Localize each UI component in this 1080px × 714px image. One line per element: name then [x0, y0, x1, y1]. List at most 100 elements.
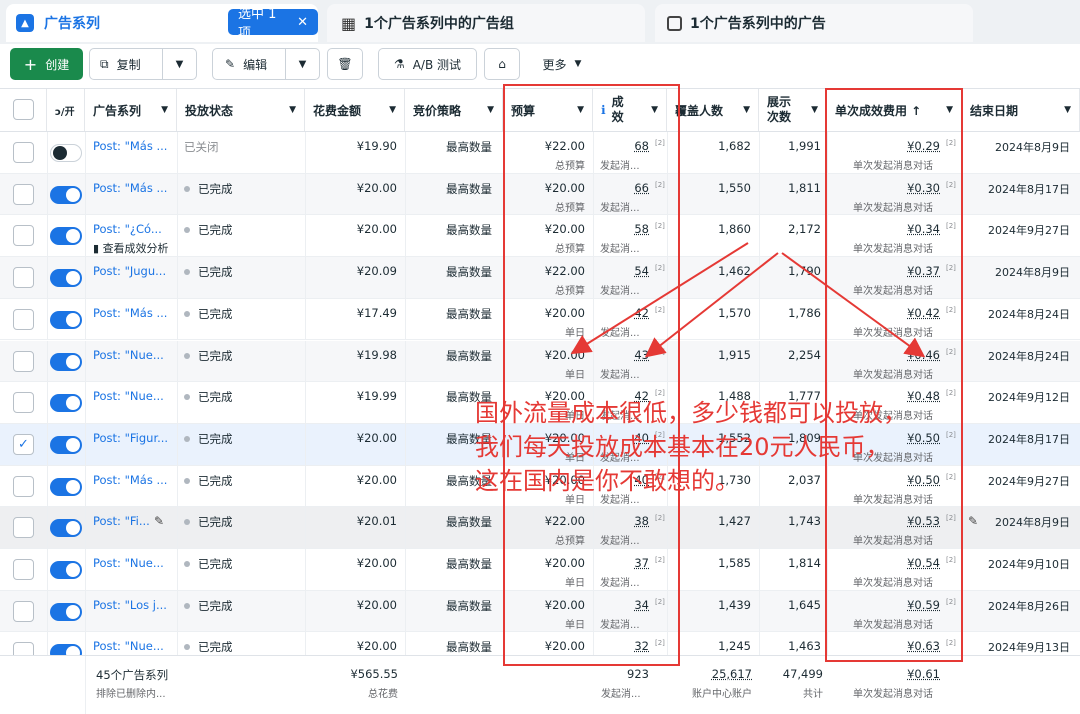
- row-toggle[interactable]: [50, 352, 82, 371]
- impressions-value: 2,254: [788, 347, 821, 362]
- campaign-name-link[interactable]: Post: "Más ...: [93, 306, 173, 320]
- copy-button[interactable]: ⧉ 复制 ▼: [89, 48, 197, 80]
- status-dot-icon: [184, 227, 190, 234]
- row-checkbox[interactable]: [13, 308, 34, 330]
- header-spend[interactable]: 花费金额 ▼: [305, 89, 405, 131]
- summary-count: 45个广告系列: [96, 668, 169, 682]
- status-dot-icon: [184, 519, 190, 526]
- campaign-name-link[interactable]: Post: "Nue...: [93, 639, 173, 653]
- campaign-name-link[interactable]: Post: "Nue...: [93, 556, 173, 570]
- delivery-status: 已完成: [184, 556, 233, 572]
- row-toggle[interactable]: [50, 394, 82, 413]
- row-checkbox[interactable]: [13, 392, 34, 414]
- annotation-line-2: 我们每天投放成本基本在20元人民币，: [475, 433, 890, 461]
- summary-count-sub: 排除已删除内...: [96, 689, 166, 700]
- row-checkbox[interactable]: [13, 142, 34, 163]
- tab-ads[interactable]: 1个广告系列中的广告: [655, 4, 973, 42]
- delivery-status: 已完成: [184, 306, 233, 322]
- campaign-name-link[interactable]: Post: "Figur...: [93, 431, 173, 445]
- bid-strategy: 最高数量: [446, 306, 492, 321]
- flask-icon: ⚗: [393, 57, 405, 71]
- row-toggle[interactable]: [50, 227, 82, 246]
- tab-campaigns[interactable]: ▲ 广告系列 选中 1 项 ✕: [6, 4, 318, 42]
- delivery-status-label: 已完成: [198, 431, 233, 446]
- campaign-name-link[interactable]: Post: "Nue...: [93, 348, 173, 362]
- delete-button[interactable]: 🗑: [327, 48, 363, 80]
- campaign-name-link[interactable]: Post: "¿Có...: [93, 222, 173, 236]
- annotation-text: 国外流量成本很低，多少钱都可以投放， 我们每天投放成本基本在20元人民币， 这在…: [475, 396, 1035, 498]
- copy-icon: ⧉: [100, 56, 109, 71]
- row-checkbox[interactable]: [13, 517, 34, 539]
- campaign-name-link[interactable]: Post: "Más ...: [93, 473, 173, 487]
- row-toggle[interactable]: [50, 644, 82, 655]
- delivery-status: 已关闭: [184, 139, 219, 155]
- row-toggle[interactable]: [50, 519, 82, 538]
- campaign-name-link[interactable]: Post: "Nue...: [93, 389, 173, 403]
- row-toggle[interactable]: [50, 477, 82, 496]
- header-end-date[interactable]: 结束日期 ▼: [962, 89, 1080, 131]
- more-button[interactable]: 更多 ▼: [532, 48, 592, 80]
- delivery-status-label: 已完成: [198, 348, 233, 363]
- create-button[interactable]: + 创建: [10, 48, 83, 80]
- end-date: 2024年8月9日: [995, 266, 1070, 280]
- campaign-name-link[interactable]: Post: "Los j...: [93, 598, 173, 612]
- view-insights-link[interactable]: ▮ 查看成效分析: [93, 240, 173, 256]
- copy-dropdown-icon[interactable]: ▼: [162, 49, 196, 79]
- page-icon: [667, 15, 682, 31]
- copy-button-label: 复制: [116, 57, 141, 72]
- summary-reach-sub: 账户中心账户: [692, 689, 752, 700]
- edit-pencil-icon[interactable]: ✎: [154, 514, 164, 528]
- status-dot-icon: [184, 394, 190, 401]
- delivery-status-label: 已完成: [198, 265, 233, 280]
- row-checkbox[interactable]: [13, 642, 34, 655]
- row-checkbox[interactable]: ✓: [13, 433, 34, 455]
- row-toggle[interactable]: [50, 435, 82, 454]
- header-reach[interactable]: 覆盖人数 ▼: [667, 89, 759, 131]
- status-dot-icon: [184, 310, 190, 317]
- tab-adsets[interactable]: ▦ 1个广告系列中的广告组: [327, 4, 645, 42]
- header-toggle[interactable]: ɔ/开: [47, 89, 85, 131]
- tag-button[interactable]: ⌂: [484, 48, 520, 80]
- tab-campaigns-label: 广告系列: [44, 16, 100, 32]
- row-checkbox[interactable]: [13, 183, 34, 205]
- delivery-status-label: 已完成: [198, 181, 233, 196]
- header-impressions[interactable]: 展示 次数 ▼: [759, 89, 827, 131]
- row-toggle[interactable]: [50, 602, 82, 621]
- status-dot-icon: [184, 644, 190, 651]
- header-bid[interactable]: 竞价策略 ▼: [405, 89, 503, 131]
- selected-chip[interactable]: 选中 1 项 ✕: [228, 7, 318, 41]
- header-select-all[interactable]: [0, 89, 47, 131]
- header-delivery[interactable]: 投放状态 ▼: [177, 89, 305, 131]
- grid-icon: ▦: [341, 13, 357, 33]
- row-checkbox[interactable]: [13, 225, 34, 247]
- row-checkbox[interactable]: [13, 350, 34, 372]
- row-toggle[interactable]: [50, 269, 82, 288]
- delivery-status-label: 已完成: [198, 390, 233, 405]
- status-dot-icon: [184, 561, 190, 567]
- row-checkbox[interactable]: [13, 559, 34, 580]
- select-all-checkbox[interactable]: [13, 99, 34, 120]
- row-toggle[interactable]: [50, 310, 82, 329]
- end-date: 2024年8月17日: [988, 182, 1070, 196]
- ab-test-button[interactable]: ⚗ A/B 测试: [378, 48, 477, 80]
- campaign-name-link[interactable]: Post: "Más ...: [93, 181, 173, 195]
- row-checkbox[interactable]: [13, 600, 34, 622]
- spend-value: ¥17.49: [356, 305, 397, 320]
- row-checkbox[interactable]: [13, 267, 34, 289]
- row-toggle[interactable]: [50, 185, 82, 204]
- edit-dropdown-icon[interactable]: ▼: [285, 49, 319, 79]
- create-button-label: 创建: [45, 57, 70, 72]
- spend-value: ¥20.00: [356, 222, 397, 237]
- edit-button[interactable]: ✎ 编辑 ▼: [212, 48, 320, 80]
- close-icon[interactable]: ✕: [297, 15, 308, 30]
- row-checkbox[interactable]: [13, 475, 34, 497]
- campaign-name-link[interactable]: Post: "Jugu...: [93, 264, 173, 278]
- campaign-name-link[interactable]: Post: "Más ...: [93, 139, 173, 153]
- bid-strategy: 最高数量: [446, 557, 492, 571]
- header-impr-l2: 次数: [767, 110, 792, 124]
- row-toggle[interactable]: [50, 561, 82, 579]
- row-toggle[interactable]: [50, 144, 82, 162]
- end-date: 2024年8月24日: [988, 349, 1070, 363]
- status-dot-icon: [184, 185, 190, 192]
- header-campaign[interactable]: 广告系列 ▼: [85, 89, 177, 131]
